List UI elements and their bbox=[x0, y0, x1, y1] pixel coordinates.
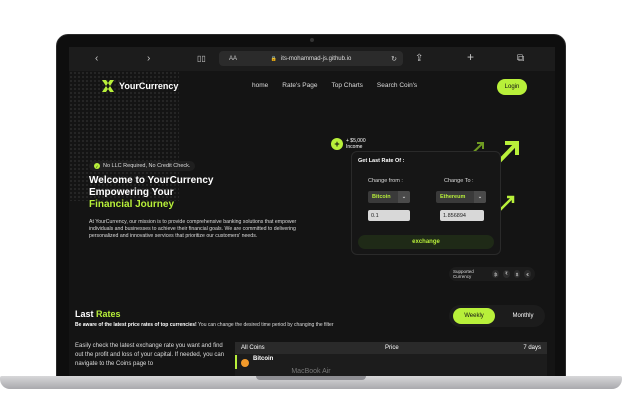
income-tag: + + $5,000 Income bbox=[331, 138, 366, 150]
laptop-screen: ‹ › ▯▯ AA 🔒 its-mohammad-js.github.io ↻ … bbox=[69, 47, 555, 381]
check-icon: ✓ bbox=[94, 163, 100, 169]
hero-title-line1: Welcome to YourCurrency bbox=[89, 175, 214, 186]
logo-icon bbox=[102, 80, 114, 92]
rates-subtitle-bold: Be aware of the latest price rates of to… bbox=[75, 322, 197, 328]
change-from-label: Change from : bbox=[368, 178, 403, 184]
rates-subtitle-rest: You can change the desired time period b… bbox=[198, 322, 334, 328]
to-coin-select[interactable]: Ethereum ⌄ bbox=[436, 191, 486, 203]
header-all-coins[interactable]: All Coins bbox=[241, 345, 265, 351]
chevron-down-icon: ⌄ bbox=[474, 191, 486, 203]
change-to-label: Change To : bbox=[444, 178, 474, 184]
coin-name: Bitcoin bbox=[253, 356, 274, 362]
nav-link-top-charts[interactable]: Top Charts bbox=[331, 82, 362, 89]
lock-icon: 🔒 bbox=[270, 55, 277, 62]
navbar: YourCurrency home Rate's Page Top Charts… bbox=[69, 71, 555, 101]
rate-card-title: Get Last Rate Of : bbox=[358, 158, 405, 164]
income-label: Income bbox=[346, 144, 363, 150]
hero-title: Welcome to YourCurrency Empowering Your … bbox=[89, 175, 229, 211]
plus-icon[interactable]: + bbox=[467, 50, 474, 64]
address-bar[interactable]: AA 🔒 its-mohammad-js.github.io ↻ bbox=[219, 51, 403, 66]
monthly-button[interactable]: Monthly bbox=[503, 308, 543, 324]
chevron-down-icon: ⌄ bbox=[398, 191, 410, 203]
reload-icon[interactable]: ↻ bbox=[391, 55, 397, 63]
from-amount-input[interactable]: 0.1 bbox=[368, 210, 410, 221]
laptop-mockup: ‹ › ▯▯ AA 🔒 its-mohammad-js.github.io ↻ … bbox=[0, 0, 622, 401]
table-header: All Coins Price 7 days bbox=[235, 342, 547, 354]
header-price[interactable]: Price bbox=[385, 345, 399, 351]
rate-card: Get Last Rate Of : Change from : Change … bbox=[351, 151, 501, 255]
bitcoin-icon: ₿ bbox=[492, 270, 500, 278]
text-size-button[interactable]: AA bbox=[229, 56, 237, 62]
website: YourCurrency home Rate's Page Top Charts… bbox=[69, 71, 555, 381]
rates-subtitle: Be aware of the latest price rates of to… bbox=[75, 322, 334, 328]
from-coin-value: Bitcoin bbox=[372, 194, 391, 200]
share-icon[interactable]: ⇪ bbox=[415, 52, 423, 66]
nav-link-rates[interactable]: Rate's Page bbox=[282, 82, 317, 89]
hero-title-accent: Financial Journey bbox=[89, 199, 175, 210]
device-label: MacBook Air bbox=[291, 368, 331, 375]
brand-logo[interactable]: YourCurrency bbox=[101, 79, 178, 93]
rates-title-prefix: Last bbox=[75, 309, 94, 319]
exchange-button[interactable]: exchange bbox=[358, 235, 494, 249]
rupee-icon: ₹ bbox=[503, 270, 510, 278]
hero-title-line2: Empowering Your bbox=[89, 187, 174, 198]
to-amount-input[interactable]: 1.856894 bbox=[440, 210, 484, 221]
chevron-left-icon[interactable]: ‹ bbox=[95, 52, 98, 66]
no-credit-badge: ✓ No LLC Required, No Credit Check. bbox=[89, 161, 196, 171]
table-row[interactable]: Bitcoin bbox=[235, 355, 547, 369]
rates-title: Last Rates bbox=[75, 309, 121, 319]
supported-currency-bar: Supported Currency ₿ ₹ $ € bbox=[449, 267, 535, 281]
nav-links: home Rate's Page Top Charts Search Coin'… bbox=[252, 82, 417, 89]
nav-link-home[interactable]: home bbox=[252, 82, 268, 89]
browser-toolbar: ‹ › ▯▯ AA 🔒 its-mohammad-js.github.io ↻ … bbox=[69, 47, 555, 71]
euro-icon: € bbox=[524, 270, 531, 278]
row-accent bbox=[235, 355, 237, 369]
tabs-icon[interactable]: ⧉ bbox=[517, 52, 524, 66]
weekly-button[interactable]: Weekly bbox=[453, 308, 495, 324]
supported-label: Supported Currency bbox=[453, 269, 474, 279]
url-text: its-mohammad-js.github.io bbox=[280, 55, 352, 62]
badge-text: No LLC Required, No Credit Check. bbox=[103, 163, 191, 169]
plus-icon: + bbox=[331, 138, 343, 150]
camera-icon bbox=[310, 38, 314, 42]
bitcoin-icon bbox=[241, 359, 249, 367]
to-coin-value: Ethereum bbox=[440, 194, 466, 200]
nav-link-search-coins[interactable]: Search Coin's bbox=[377, 82, 417, 89]
hero-description: At YourCurrency, our mission is to provi… bbox=[89, 219, 297, 239]
chevron-right-icon[interactable]: › bbox=[147, 52, 150, 66]
brand-name: YourCurrency bbox=[119, 81, 179, 91]
header-7-days[interactable]: 7 days bbox=[523, 345, 541, 351]
rates-intro: Easily check the latest exchange rate yo… bbox=[75, 343, 225, 367]
book-icon[interactable]: ▯▯ bbox=[197, 52, 206, 66]
laptop-notch bbox=[256, 376, 366, 380]
laptop-lid: ‹ › ▯▯ AA 🔒 its-mohammad-js.github.io ↻ … bbox=[56, 34, 566, 381]
rates-title-accent: Rates bbox=[96, 309, 121, 319]
dollar-icon: $ bbox=[513, 270, 521, 278]
login-button[interactable]: Login bbox=[497, 79, 527, 95]
from-coin-select[interactable]: Bitcoin ⌄ bbox=[368, 191, 410, 203]
period-toggle: Weekly Monthly bbox=[449, 305, 545, 327]
